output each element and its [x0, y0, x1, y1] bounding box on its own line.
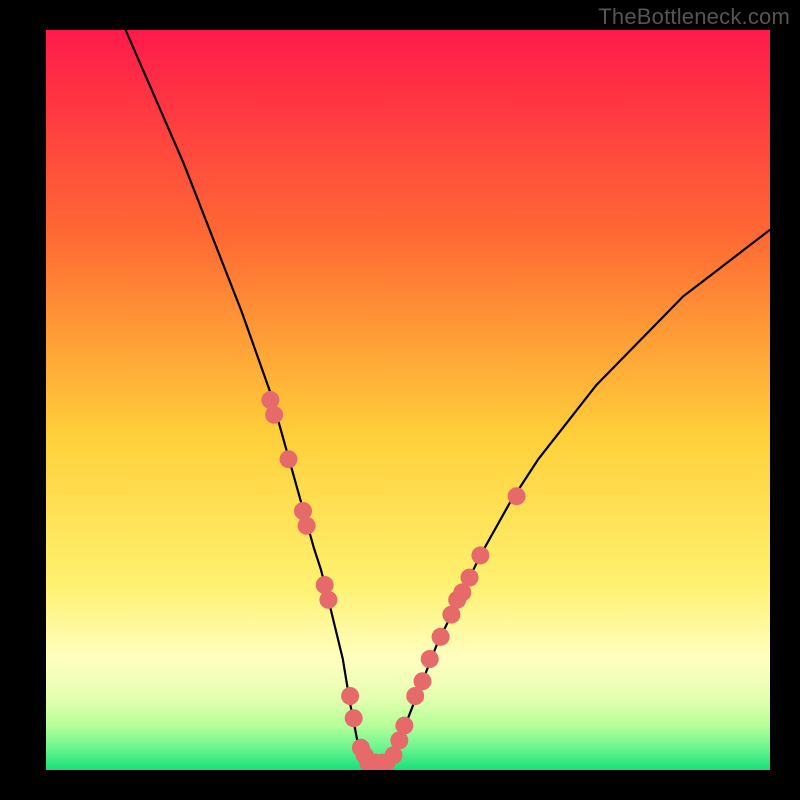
data-marker [421, 650, 439, 668]
plot-area [46, 30, 770, 770]
data-marker [471, 546, 489, 564]
data-marker [345, 709, 363, 727]
chart-frame: TheBottleneck.com [0, 0, 800, 800]
data-marker [265, 406, 283, 424]
data-marker [461, 569, 479, 587]
data-marker [319, 591, 337, 609]
data-marker [395, 717, 413, 735]
data-marker [298, 517, 316, 535]
data-marker [414, 672, 432, 690]
data-marker [341, 687, 359, 705]
data-marker [280, 450, 298, 468]
chart-svg [46, 30, 770, 770]
chart-background [46, 30, 770, 770]
data-marker [432, 628, 450, 646]
data-marker [508, 487, 526, 505]
watermark-text: TheBottleneck.com [598, 4, 790, 30]
